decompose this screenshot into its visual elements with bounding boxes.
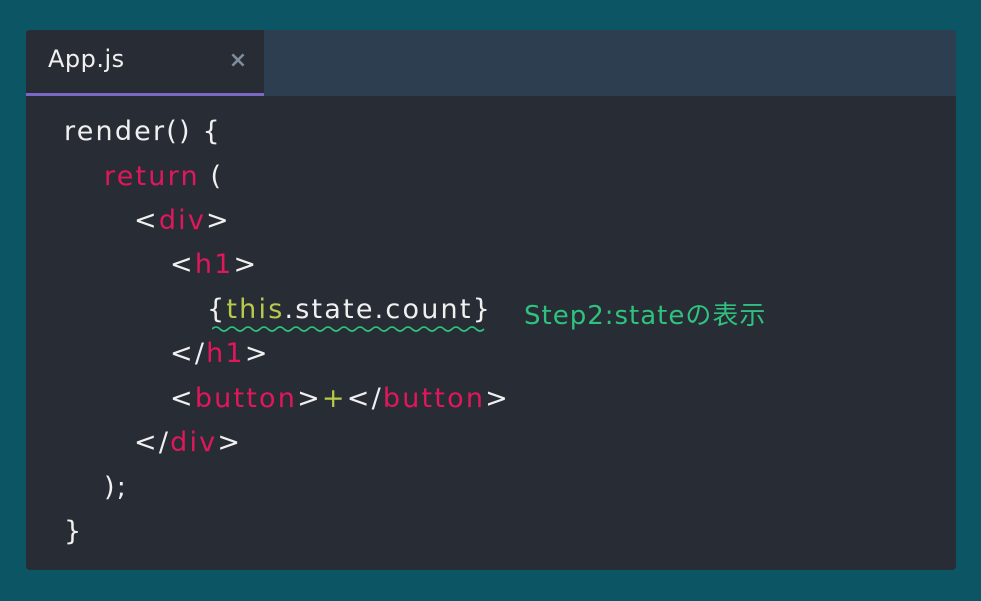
code-line-3: <div>: [134, 205, 231, 236]
code-line-10: }: [64, 516, 84, 547]
code-line-7: <button>+</button>: [170, 383, 510, 414]
code-line-4: <h1>: [170, 249, 259, 280]
code-line-2: return (: [104, 161, 224, 192]
tab-app-js[interactable]: App.js ×: [26, 30, 264, 96]
step-annotation: Step2:stateの表示: [524, 301, 767, 331]
tab-title: App.js: [48, 45, 125, 73]
code-line-9: );: [104, 472, 129, 503]
code-line-8: </div>: [134, 427, 243, 458]
tab-bar: App.js ×: [26, 30, 956, 96]
code-line-1: render() {: [64, 116, 222, 147]
code-line-5: {this.state.count}: [207, 294, 492, 325]
squiggle-underline: [212, 326, 485, 332]
editor-window: App.js × render() { return ( <div> <h1> …: [26, 30, 956, 570]
close-icon[interactable]: ×: [226, 47, 250, 75]
code-line-6: </h1>: [170, 338, 270, 369]
